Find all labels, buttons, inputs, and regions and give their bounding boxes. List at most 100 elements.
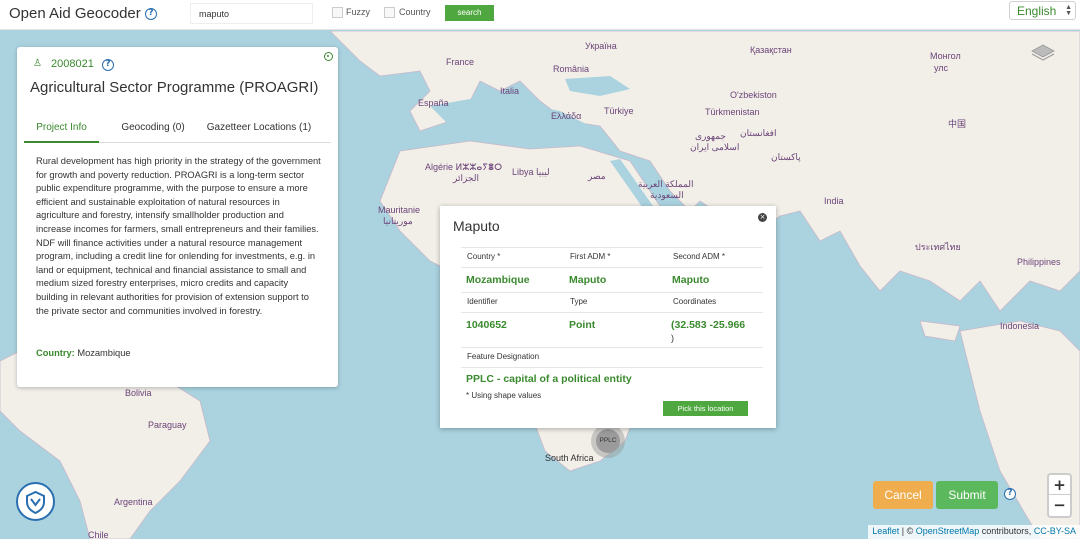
project-title: Agricultural Sector Programme (PROAGRI) bbox=[30, 79, 319, 96]
attribution-separator: | © bbox=[899, 526, 916, 536]
map-label: Argentina bbox=[114, 497, 153, 507]
map-label: Italia bbox=[500, 86, 520, 96]
map-label: الجزائر bbox=[453, 173, 479, 183]
zoom-in-button[interactable]: + bbox=[1049, 475, 1070, 495]
map-label: افغانستان bbox=[740, 128, 777, 138]
table-row: Identifier Type Coordinates bbox=[461, 292, 763, 312]
map-label: پاکستان bbox=[771, 152, 801, 162]
header-identifier: Identifier bbox=[467, 297, 498, 306]
cancel-button[interactable]: Cancel bbox=[873, 481, 933, 509]
search-input[interactable] bbox=[190, 3, 313, 24]
map-label: Ελλάδα bbox=[551, 111, 582, 121]
location-popup: Maputo × Country * First ADM * Second AD… bbox=[440, 206, 776, 428]
value-type: Point bbox=[569, 319, 596, 331]
user-icon: ♙ bbox=[33, 58, 42, 69]
table-row: Mozambique Maputo Maputo bbox=[461, 267, 763, 292]
map-label: Türkiye bbox=[604, 106, 634, 116]
app-logo bbox=[16, 482, 55, 521]
layers-icon[interactable] bbox=[1030, 40, 1056, 66]
map-label: România bbox=[553, 64, 590, 74]
shape-values-note: * Using shape values bbox=[466, 391, 542, 400]
tab-project-info[interactable]: Project Info bbox=[24, 115, 99, 143]
header-coordinates: Coordinates bbox=[673, 297, 717, 306]
value-coordinates: (32.583 -25.966 bbox=[671, 319, 746, 331]
help-icon[interactable]: ? bbox=[145, 8, 157, 20]
fuzzy-checkbox[interactable] bbox=[332, 7, 343, 18]
value-identifier: 1040652 bbox=[466, 319, 507, 331]
search-button[interactable]: search bbox=[445, 5, 494, 21]
map-label: улс bbox=[934, 63, 949, 73]
logo-icon bbox=[26, 490, 45, 515]
map-label: ประเทศไทย bbox=[915, 242, 961, 252]
map-label: Algérie ⵍⵣⵣⴰⵢⴻⵔ bbox=[425, 162, 503, 172]
country-label: Country bbox=[399, 7, 431, 17]
project-tabs: Project Info Geocoding (0) Gazetteer Loc… bbox=[24, 115, 331, 143]
submit-button[interactable]: Submit bbox=[936, 481, 998, 509]
country-checkbox[interactable] bbox=[384, 7, 395, 18]
top-bar: Open Aid Geocoder ? Fuzzy Country search… bbox=[0, 0, 1080, 30]
map-attribution: Leaflet | © OpenStreetMap contributors, … bbox=[868, 525, 1080, 539]
select-arrows-icon: ▲ ▼ bbox=[1065, 4, 1072, 17]
zoom-control: + − bbox=[1047, 473, 1072, 518]
map-label: جمهوری bbox=[695, 131, 726, 141]
help-icon[interactable]: ? bbox=[1004, 488, 1016, 500]
pick-location-button[interactable]: Pick this location bbox=[663, 401, 748, 416]
zoom-out-button[interactable]: − bbox=[1049, 495, 1070, 515]
close-icon[interactable] bbox=[324, 52, 333, 61]
map-label: 中国 bbox=[948, 119, 967, 129]
map-label: المملكة العربية bbox=[638, 179, 694, 189]
close-icon[interactable]: × bbox=[758, 213, 767, 222]
language-select[interactable]: English ▲ ▼ bbox=[1009, 1, 1076, 20]
header-second-adm: Second ADM * bbox=[673, 252, 726, 261]
map-label: Қазақстан bbox=[750, 45, 792, 55]
map-label: Bolivia bbox=[125, 388, 152, 398]
marker-label: PPLC bbox=[596, 429, 620, 453]
location-details: Country * First ADM * Second ADM * Mozam… bbox=[461, 247, 763, 387]
tab-gazetteer-locations[interactable]: Gazetteer Locations (1) bbox=[200, 115, 318, 143]
map-label: España bbox=[418, 98, 449, 108]
project-id: 2008021 bbox=[51, 58, 94, 70]
coordinates-close-paren: ) bbox=[671, 333, 674, 343]
map-label: South Africa bbox=[545, 453, 594, 463]
country-label: Country: bbox=[36, 348, 75, 358]
value-first-adm: Maputo bbox=[569, 274, 607, 286]
map-label: Türkmenistan bbox=[705, 107, 760, 117]
table-row: Feature Designation bbox=[461, 347, 763, 367]
map-label: India bbox=[824, 196, 844, 206]
popup-title: Maputo bbox=[453, 218, 500, 234]
map-label: Chile bbox=[88, 530, 109, 539]
map-label: Монгол bbox=[930, 51, 961, 61]
map-label: Philippines bbox=[1017, 257, 1061, 267]
license-link[interactable]: CC-BY-SA bbox=[1034, 526, 1076, 536]
map-label: موريتانيا bbox=[383, 216, 413, 226]
map-label: مصر bbox=[588, 171, 606, 181]
header-country: Country * bbox=[467, 252, 501, 261]
header-first-adm: First ADM * bbox=[570, 252, 611, 261]
map-label: France bbox=[446, 57, 475, 67]
project-country: Country: Mozambique bbox=[36, 348, 131, 358]
leaflet-link[interactable]: Leaflet bbox=[872, 526, 899, 536]
location-marker[interactable]: PPLC bbox=[591, 424, 625, 458]
map-label: Libya ليبيا bbox=[512, 167, 550, 177]
table-row: PPLC - capital of a political entity bbox=[461, 367, 763, 387]
value-feature-designation: PPLC - capital of a political entity bbox=[466, 373, 632, 385]
table-row: 1040652 Point (32.583 -25.966 ) bbox=[461, 312, 763, 347]
map-label: Paraguay bbox=[148, 420, 187, 430]
tab-geocoding[interactable]: Geocoding (0) bbox=[103, 115, 203, 143]
header-type: Type bbox=[570, 297, 588, 306]
language-value: English bbox=[1017, 4, 1057, 18]
value-second-adm: Maputo bbox=[672, 274, 710, 286]
map-label: Україна bbox=[585, 41, 617, 51]
project-panel: ♙ 2008021 ? Agricultural Sector Programm… bbox=[17, 47, 338, 387]
osm-link[interactable]: OpenStreetMap bbox=[916, 526, 980, 536]
app-title: Open Aid Geocoder bbox=[9, 5, 141, 22]
value-country: Mozambique bbox=[466, 274, 530, 286]
table-row: Country * First ADM * Second ADM * bbox=[461, 247, 763, 267]
map-label: O'zbekiston bbox=[730, 90, 777, 100]
project-description: Rural development has high priority in t… bbox=[36, 156, 321, 316]
help-icon[interactable]: ? bbox=[102, 59, 114, 71]
attribution-contributors: contributors, bbox=[979, 526, 1034, 536]
country-value: Mozambique bbox=[77, 348, 131, 358]
map-label: السعودية bbox=[650, 190, 684, 200]
fuzzy-label: Fuzzy bbox=[346, 7, 371, 17]
